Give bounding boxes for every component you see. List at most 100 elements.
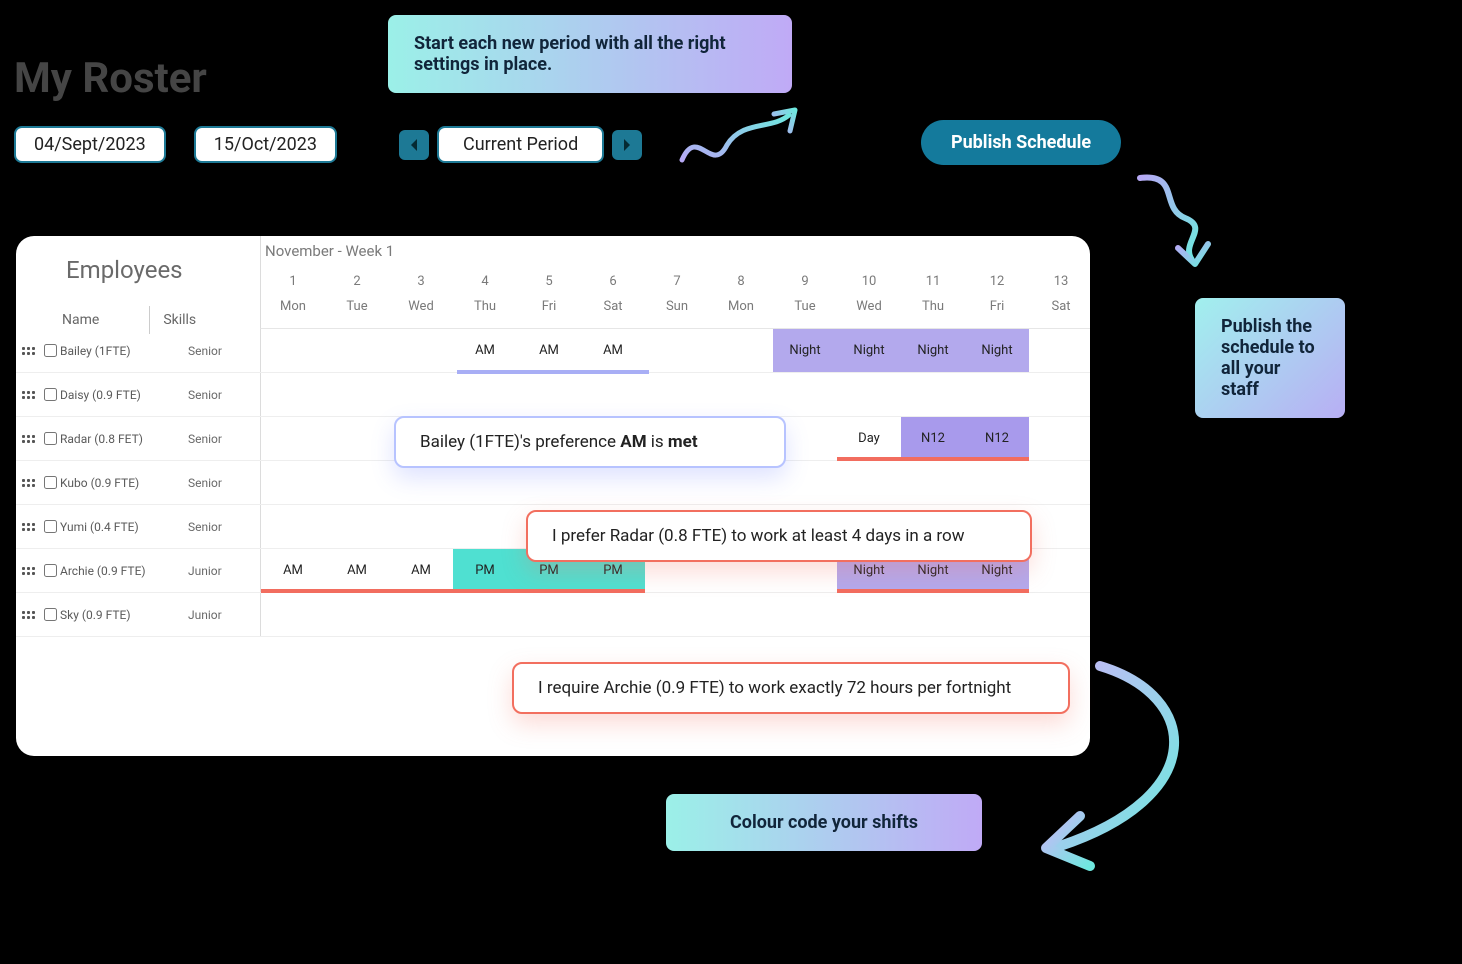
day-name: Mon [261, 299, 325, 314]
drag-handle-icon[interactable] [22, 347, 36, 355]
tip-publish: Publish the schedule to all your staff [1195, 298, 1345, 418]
employee-name: Radar (0.8 FET) [60, 432, 184, 446]
day-number: 2 [325, 274, 389, 289]
shift-cell[interactable]: Night [773, 329, 837, 372]
day-name: Wed [389, 299, 453, 314]
arrow-annotation-icon [1120, 168, 1220, 268]
day-number: 12 [965, 274, 1029, 289]
callout-shift: AM [620, 432, 646, 452]
shift-cell[interactable]: Night [965, 329, 1029, 372]
shift-cell[interactable]: AM [325, 549, 389, 592]
publish-schedule-button[interactable]: Publish Schedule [921, 120, 1121, 165]
day-names-row: Mon Tue Wed Thu Fri Sat Sun Mon Tue Wed … [260, 289, 1090, 329]
row-checkbox[interactable] [44, 476, 57, 489]
row-checkbox[interactable] [44, 388, 57, 401]
day-name: Sat [1029, 299, 1090, 314]
employee-skill: Junior [188, 608, 260, 622]
callout-status: met [668, 432, 698, 452]
shift-cell[interactable]: Night [837, 329, 901, 372]
rule-callout: I prefer Radar (0.8 FTE) to work at leas… [526, 510, 1032, 562]
day-name: Sat [581, 299, 645, 314]
day-name: Mon [709, 299, 773, 314]
employee-skill: Senior [188, 344, 260, 358]
day-name: Tue [325, 299, 389, 314]
employee-skill: Senior [188, 476, 260, 490]
period-prev-button[interactable] [399, 130, 429, 160]
day-number: 6 [581, 274, 645, 289]
drag-handle-icon[interactable] [22, 391, 36, 399]
drag-handle-icon[interactable] [22, 523, 36, 531]
drag-handle-icon[interactable] [22, 435, 36, 443]
day-name: Fri [965, 299, 1029, 314]
period-label[interactable]: Current Period [437, 126, 604, 163]
day-number: 4 [453, 274, 517, 289]
day-number: 9 [773, 274, 837, 289]
row-checkbox[interactable] [44, 520, 57, 533]
employee-skill: Junior [188, 564, 260, 578]
tip-start-period: Start each new period with all the right… [388, 15, 792, 93]
day-numbers-row: 1 2 3 4 5 6 7 8 9 10 11 12 13 [260, 264, 1090, 289]
date-to-input[interactable]: 15/Oct/2023 [194, 126, 337, 163]
shift-cell[interactable]: AM [261, 549, 325, 592]
day-name: Thu [453, 299, 517, 314]
employee-name: Archie (0.9 FTE) [60, 564, 184, 578]
day-name: Tue [773, 299, 837, 314]
day-number: 13 [1029, 274, 1090, 289]
row-checkbox[interactable] [44, 564, 57, 577]
shift-cell[interactable]: AM [389, 549, 453, 592]
day-number: 3 [389, 274, 453, 289]
preference-callout: Bailey (1FTE)'s preference AM is met [394, 416, 786, 468]
employee-name: Sky (0.9 FTE) [60, 608, 184, 622]
day-number: 1 [261, 274, 325, 289]
period-next-button[interactable] [612, 130, 642, 160]
row-checkbox[interactable] [44, 608, 57, 621]
chevron-right-icon [622, 138, 632, 152]
employees-title: Employees [66, 256, 260, 284]
chevron-left-icon [409, 138, 419, 152]
shift-cell[interactable]: N12 [901, 417, 965, 460]
drag-handle-icon[interactable] [22, 567, 36, 575]
shift-cell[interactable]: AM [453, 329, 517, 372]
day-number: 7 [645, 274, 709, 289]
callout-text: Bailey (1FTE)'s preference [420, 432, 620, 452]
shift-cell[interactable]: N12 [965, 417, 1029, 460]
day-name: Thu [901, 299, 965, 314]
day-name: Wed [837, 299, 901, 314]
shift-cell[interactable]: Day [837, 417, 901, 460]
day-number: 11 [901, 274, 965, 289]
page-title: My Roster [14, 54, 207, 103]
period-navigation: Current Period [399, 126, 642, 163]
column-skills: Skills [163, 312, 196, 328]
employee-skill: Senior [188, 432, 260, 446]
day-number: 5 [517, 274, 581, 289]
table-row: Daisy (0.9 FTE) Senior [16, 373, 1090, 417]
day-number: 10 [837, 274, 901, 289]
employee-skill: Senior [188, 520, 260, 534]
employee-skill: Senior [188, 388, 260, 402]
day-name: Sun [645, 299, 709, 314]
shift-cell[interactable]: AM [581, 329, 645, 372]
toolbar: 04/Sept/2023 15/Oct/2023 Current Period [14, 126, 642, 163]
table-row: Bailey (1FTE) Senior AM AM AM Night Nigh… [16, 329, 1090, 373]
employee-name: Kubo (0.9 FTE) [60, 476, 184, 490]
shift-cell[interactable]: PM [453, 549, 517, 592]
rule-callout: I require Archie (0.9 FTE) to work exact… [512, 662, 1070, 714]
day-name: Fri [517, 299, 581, 314]
tip-colour-code: Colour code your shifts [666, 794, 982, 851]
employee-name: Daisy (0.9 FTE) [60, 388, 184, 402]
month-label: November - Week 1 [260, 236, 1090, 264]
shift-cell[interactable]: Night [901, 329, 965, 372]
day-number: 8 [709, 274, 773, 289]
arrow-annotation-icon [677, 105, 807, 175]
drag-handle-icon[interactable] [22, 479, 36, 487]
employees-header: Employees Name Skills [16, 236, 260, 329]
employee-name: Bailey (1FTE) [60, 344, 184, 358]
employee-name: Yumi (0.4 FTE) [60, 520, 184, 534]
column-name: Name [62, 312, 99, 328]
date-from-input[interactable]: 04/Sept/2023 [14, 126, 166, 163]
table-row: Sky (0.9 FTE) Junior [16, 593, 1090, 637]
row-checkbox[interactable] [44, 432, 57, 445]
shift-cell[interactable]: AM [517, 329, 581, 372]
row-checkbox[interactable] [44, 344, 57, 357]
drag-handle-icon[interactable] [22, 611, 36, 619]
